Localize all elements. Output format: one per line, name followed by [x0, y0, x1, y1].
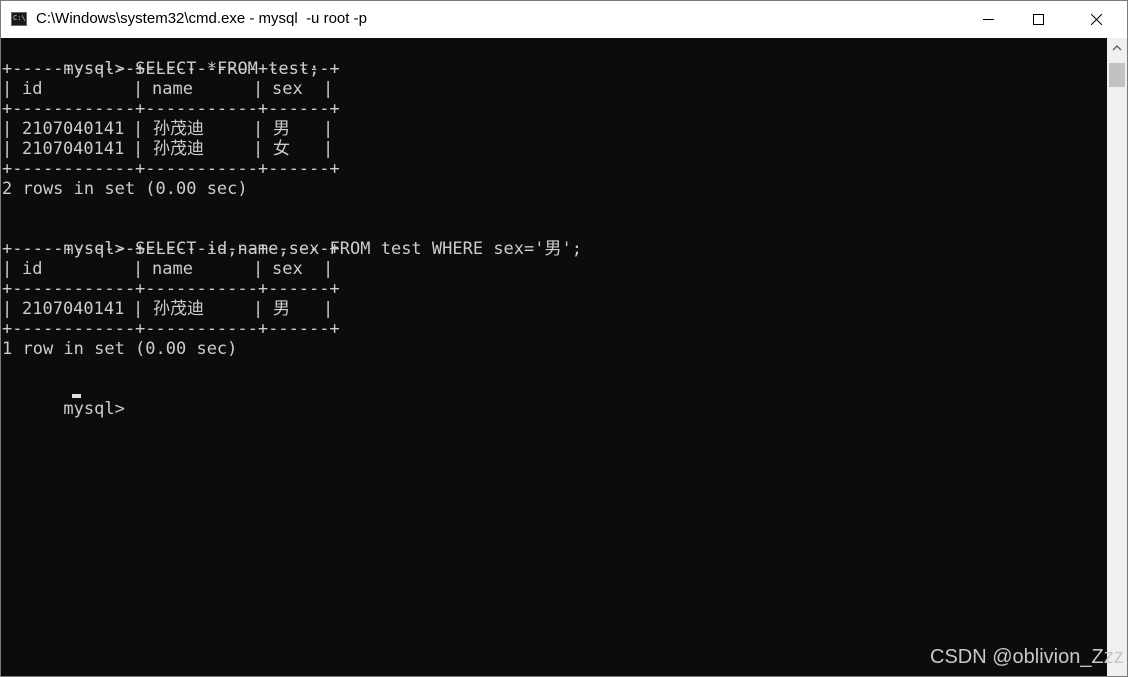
column-separator: |	[2, 139, 13, 159]
scroll-up-button[interactable]	[1107, 38, 1127, 58]
table-row: | 2107040141 | 孙茂迪 | 男 |	[2, 299, 333, 319]
column-separator: |	[253, 139, 264, 159]
header-id: id	[22, 79, 43, 99]
maximize-button[interactable]	[1015, 1, 1061, 38]
table-header-row: | id | name | sex |	[2, 79, 333, 99]
window-title: C:\Windows\system32\cmd.exe - mysql -u r…	[36, 10, 367, 27]
title-bar[interactable]: C:\. C:\Windows\system32\cmd.exe - mysql…	[1, 1, 1127, 38]
result-summary: 2 rows in set (0.00 sec)	[2, 179, 248, 199]
table-border: +------------+-----------+------+	[2, 319, 340, 339]
table-header-row: | id | name | sex |	[2, 259, 333, 279]
table-border: +------------+-----------+------+	[2, 99, 340, 119]
cell-id: 2107040141	[22, 119, 125, 139]
column-separator: |	[253, 79, 264, 99]
input-line[interactable]: mysql>	[2, 379, 135, 419]
column-separator: |	[2, 119, 13, 139]
table-border: +------------+-----------+------+	[2, 59, 340, 79]
column-separator: |	[2, 299, 13, 319]
minimize-icon	[983, 19, 994, 20]
column-separator: |	[323, 259, 334, 279]
minimize-button[interactable]	[965, 1, 1011, 38]
column-separator: |	[253, 299, 264, 319]
column-separator: |	[323, 299, 334, 319]
header-name: name	[152, 79, 193, 99]
column-separator: |	[133, 119, 144, 139]
cell-sex: 男	[273, 299, 290, 319]
header-name: name	[152, 259, 193, 279]
prompt: mysql>	[63, 399, 125, 419]
cell-id: 2107040141	[22, 299, 125, 319]
cell-sex: 女	[273, 139, 290, 159]
scroll-thumb[interactable]	[1109, 63, 1125, 87]
cmd-console-icon: C:\.	[11, 12, 30, 26]
column-separator: |	[133, 79, 144, 99]
close-button[interactable]	[1073, 1, 1119, 38]
column-separator: |	[323, 139, 334, 159]
cell-id: 2107040141	[22, 139, 125, 159]
column-separator: |	[133, 259, 144, 279]
cmd-window: C:\. C:\Windows\system32\cmd.exe - mysql…	[0, 0, 1128, 677]
result-summary: 1 row in set (0.00 sec)	[2, 339, 238, 359]
column-separator: |	[323, 79, 334, 99]
arrow-up-icon	[1112, 45, 1122, 51]
header-id: id	[22, 259, 43, 279]
vertical-scrollbar[interactable]	[1107, 38, 1127, 676]
console-output[interactable]: mysql> SELECT *FROM test; +------------+…	[1, 38, 1107, 676]
column-separator: |	[2, 79, 13, 99]
maximize-icon	[1033, 14, 1044, 25]
column-separator: |	[253, 259, 264, 279]
table-border: +------------+-----------+------+	[2, 279, 340, 299]
command-line: mysql> SELECT id,name,sex FROM test WHER…	[2, 219, 582, 259]
text-cursor	[72, 394, 81, 398]
cell-sex: 男	[273, 119, 290, 139]
watermark: CSDN @oblivion_Zzz	[930, 646, 1124, 668]
header-sex: sex	[272, 79, 303, 99]
header-sex: sex	[272, 259, 303, 279]
close-icon	[1091, 14, 1102, 25]
cell-name: 孙茂迪	[153, 299, 204, 319]
column-separator: |	[2, 259, 13, 279]
table-border: +------------+-----------+------+	[2, 159, 340, 179]
column-separator: |	[323, 119, 334, 139]
cell-name: 孙茂迪	[153, 139, 204, 159]
table-row: | 2107040141 | 孙茂迪 | 男 |	[2, 119, 333, 139]
column-separator: |	[253, 119, 264, 139]
command-line: mysql> SELECT *FROM test;	[2, 39, 319, 79]
column-separator: |	[133, 299, 144, 319]
column-separator: |	[133, 139, 144, 159]
cell-name: 孙茂迪	[153, 119, 204, 139]
table-border: +------------+-----------+------+	[2, 239, 340, 259]
table-row: | 2107040141 | 孙茂迪 | 女 |	[2, 139, 333, 159]
